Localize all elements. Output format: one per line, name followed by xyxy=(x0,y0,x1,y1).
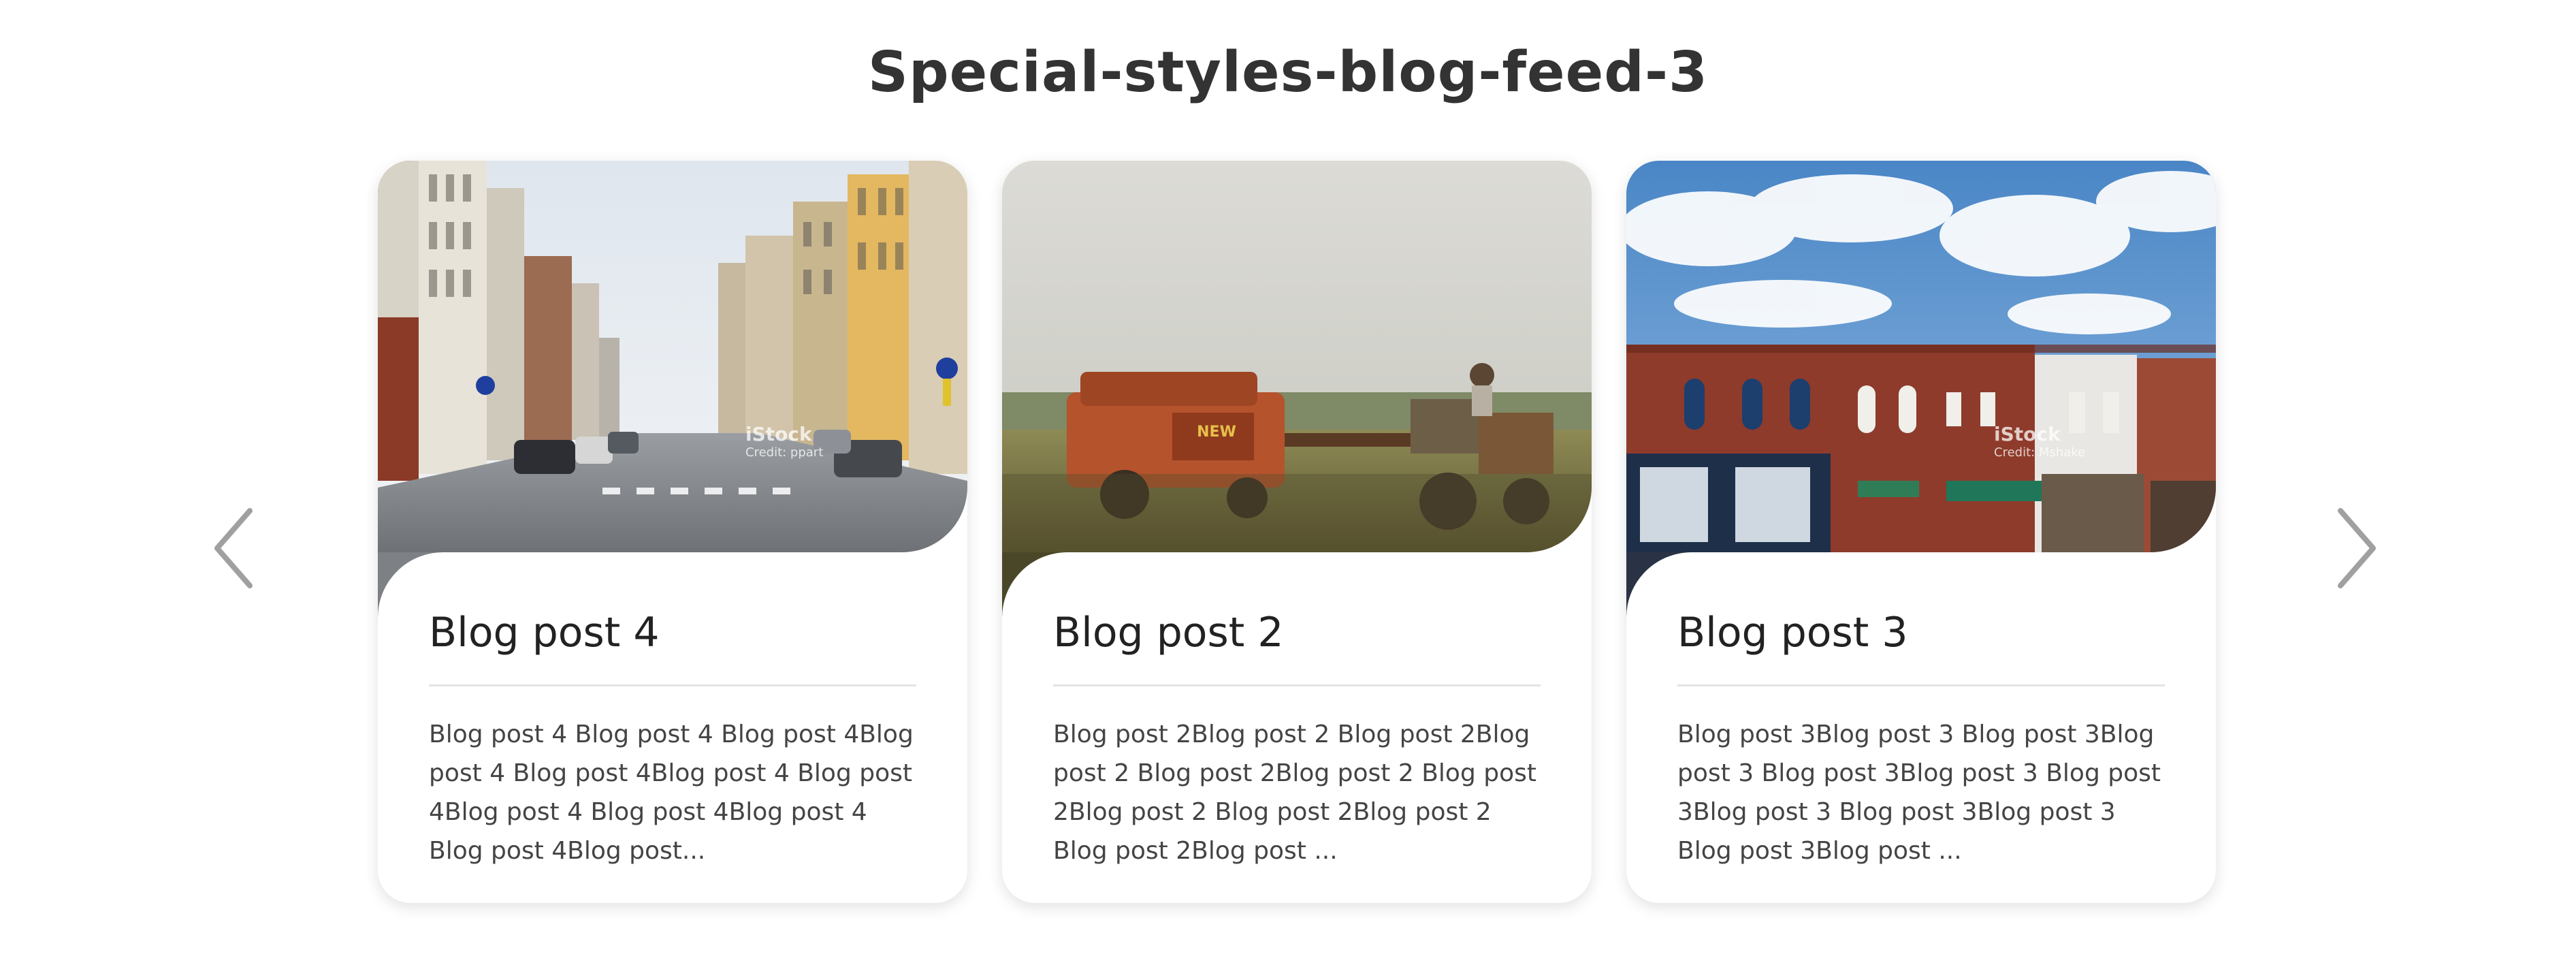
card-excerpt: Blog post 2Blog post 2 Blog post 2Blog p… xyxy=(1053,720,1536,865)
card-divider xyxy=(1677,684,2165,686)
svg-text:NEW: NEW xyxy=(1197,424,1236,441)
blog-card[interactable]: NEW Blog post 2 Blog post 2Blog post 2 B… xyxy=(1002,161,1592,903)
carousel-next-button[interactable] xyxy=(2328,504,2383,592)
card-excerpt: Blog post 3Blog post 3 Blog post 3Blog p… xyxy=(1677,720,2161,865)
farm-machinery-photo[interactable]: NEW xyxy=(1002,161,1592,552)
card-title[interactable]: Blog post 2 xyxy=(1053,605,1541,660)
card-title[interactable]: Blog post 3 xyxy=(1677,605,2165,660)
blog-card[interactable]: iStock Credit: ppart Blog post 4 Blog po… xyxy=(378,161,967,903)
card-divider xyxy=(429,684,916,686)
main-street-storefronts-photo[interactable]: iStock Credit: Mshake xyxy=(1626,161,2216,552)
card-title[interactable]: Blog post 4 xyxy=(429,605,916,660)
card-body: Blog post 3 Blog post 3Blog post 3 Blog … xyxy=(1626,552,2216,903)
card-body: Blog post 4 Blog post 4 Blog post 4 Blog… xyxy=(378,552,967,903)
page-title: Special-styles-blog-feed-3 xyxy=(867,40,1709,105)
chevron-left-icon xyxy=(214,508,253,588)
chevron-right-icon xyxy=(2338,508,2376,588)
watermark: iStock Credit: ppart xyxy=(745,423,824,460)
card-excerpt: Blog post 4 Blog post 4 Blog post 4Blog … xyxy=(429,720,914,865)
card-body: Blog post 2 Blog post 2Blog post 2 Blog … xyxy=(1002,552,1592,903)
city-street-photo[interactable]: iStock Credit: ppart xyxy=(378,161,967,552)
carousel-prev-button[interactable] xyxy=(208,504,262,592)
watermark: iStock Credit: Mshake xyxy=(1994,423,2086,460)
blog-card[interactable]: iStock Credit: Mshake Blog post 3 Blog p… xyxy=(1626,161,2216,903)
card-divider xyxy=(1053,684,1541,686)
